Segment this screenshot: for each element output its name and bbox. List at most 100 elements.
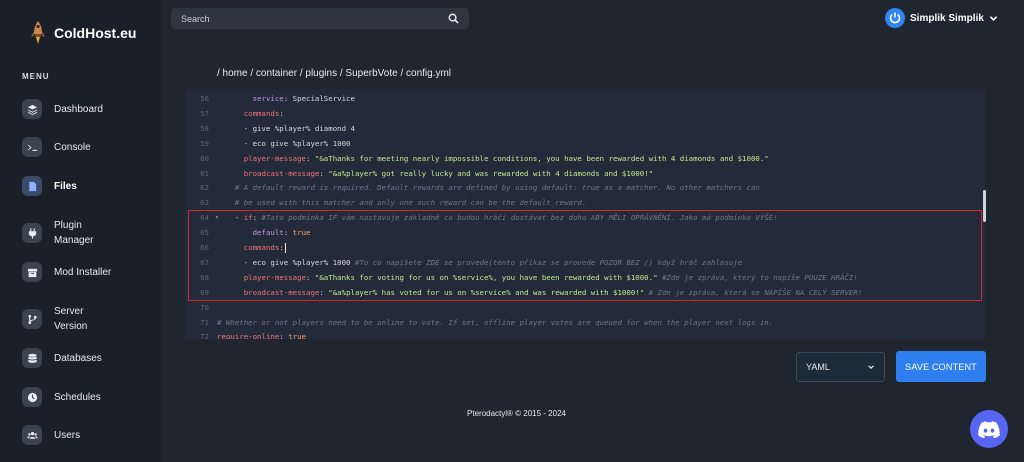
- chevron-down-icon: [868, 365, 874, 370]
- plug-icon: [22, 223, 42, 243]
- sidebar-item-dashboard[interactable]: Dashboard: [0, 92, 161, 126]
- line-number: 59: [200, 138, 209, 148]
- code-token: :: [279, 108, 284, 118]
- line-number: 56: [200, 94, 209, 103]
- sidebar-item-console[interactable]: Console: [0, 130, 161, 164]
- code-token: : SpecialService: [283, 94, 355, 103]
- avatar: [885, 8, 905, 28]
- line-number: 57: [200, 108, 209, 118]
- code-text: player-message: "&aThanks for meeting ne…: [217, 151, 769, 166]
- code-text: broadcast-message: "&a%player% got reall…: [217, 166, 653, 181]
- code-token: true: [288, 332, 307, 339]
- save-content-button[interactable]: SAVE CONTENT: [896, 351, 986, 382]
- sidebar-item-plugin-manager[interactable]: Plugin Manager: [0, 213, 161, 253]
- code-token: require-online: [217, 332, 280, 339]
- search-icon[interactable]: [448, 13, 459, 24]
- user-name: Simplik Simplik: [910, 12, 984, 24]
- terminal-icon: [22, 137, 42, 157]
- language-select-value: YAML: [806, 362, 830, 372]
- highlight-box: [188, 210, 982, 301]
- box-icon: [22, 262, 42, 282]
- sidebar-item-label: Databases: [54, 352, 102, 364]
- editor-scrollbar[interactable]: [983, 190, 986, 222]
- branch-icon: [22, 309, 42, 329]
- line-number: 60: [200, 153, 209, 163]
- sidebar-item-label: Files: [54, 180, 77, 192]
- code-text: commands:: [217, 106, 284, 121]
- sidebar-item-label: Server Version: [54, 306, 88, 332]
- code-line[interactable]: 70: [185, 300, 985, 315]
- code-line[interactable]: 72 require-online: true: [185, 329, 985, 339]
- code-token: # be used with this matcher and only one…: [217, 198, 587, 208]
- search-placeholder: Search: [181, 13, 210, 24]
- code-line[interactable]: 56 service: SpecialService: [185, 91, 985, 106]
- line-number: 62: [200, 183, 209, 193]
- code-text: # Whether or not players need to be onli…: [217, 315, 773, 330]
- sidebar-item-files[interactable]: Files: [0, 169, 161, 203]
- sidebar: ColdHost.eu MENU Dashboard Console Files…: [0, 0, 161, 462]
- copyright: Pterodactyl® © 2015 - 2024: [0, 409, 1024, 418]
- brand-name: ColdHost.eu: [54, 25, 137, 41]
- line-number: 58: [200, 123, 209, 133]
- sidebar-item-server-version[interactable]: Server Version: [0, 299, 161, 339]
- sidebar-item-label: Mod Installer: [54, 266, 112, 278]
- line-number: 63: [200, 198, 209, 208]
- code-text: service: SpecialService: [217, 91, 355, 106]
- code-token: "&a%player% got really lucky and was rew…: [328, 168, 654, 178]
- code-token: :: [306, 153, 315, 163]
- sidebar-item-mod-installer[interactable]: Mod Installer: [0, 255, 161, 289]
- sidebar-item-users[interactable]: Users: [0, 418, 161, 452]
- code-text: - give %player% diamond 4: [217, 121, 355, 136]
- sidebar-item-label: Console: [54, 141, 91, 153]
- code-line[interactable]: 57 commands:: [185, 106, 985, 121]
- code-token: - give %player% diamond 4: [217, 123, 355, 133]
- power-icon: [889, 12, 901, 24]
- code-text: - eco give %player% 1000: [217, 136, 351, 151]
- code-token: - eco give %player% 1000: [217, 138, 351, 148]
- code-line[interactable]: 59 - eco give %player% 1000: [185, 136, 985, 151]
- code-token: player-message: [243, 153, 306, 163]
- sidebar-item-label: Schedules: [54, 391, 101, 403]
- user-menu[interactable]: Simplik Simplik: [885, 8, 998, 28]
- code-line[interactable]: 61 broadcast-message: "&a%player% got re…: [185, 166, 985, 181]
- database-icon: [22, 348, 42, 368]
- code-line[interactable]: 63 # be used with this matcher and only …: [185, 195, 985, 210]
- code-text: require-online: true: [217, 329, 306, 339]
- brand[interactable]: ColdHost.eu: [30, 20, 136, 46]
- code-token: commands: [243, 108, 280, 118]
- code-line[interactable]: 58 - give %player% diamond 4: [185, 121, 985, 136]
- code-token: "&aThanks for meeting nearly impossible …: [314, 153, 769, 163]
- breadcrumb[interactable]: / home / container / plugins / SuperbVot…: [217, 68, 451, 79]
- code-token: # A default reward is required. Default …: [217, 183, 760, 193]
- code-token: broadcast-message: [243, 168, 320, 178]
- sidebar-item-label: Dashboard: [54, 103, 103, 115]
- copyright-text: Pterodactyl® © 2015 - 2024: [467, 409, 566, 418]
- menu-heading: MENU: [22, 72, 50, 81]
- language-select[interactable]: YAML: [796, 352, 885, 382]
- sidebar-item-databases[interactable]: Databases: [0, 341, 161, 375]
- code-token: # Whether or not players need to be onli…: [217, 317, 774, 327]
- sidebar-item-label: Plugin Manager: [54, 220, 94, 246]
- sidebar-item-label: Users: [54, 429, 81, 441]
- chevron-down-icon: [989, 15, 998, 21]
- search-input[interactable]: Search: [171, 8, 469, 29]
- code-text: # A default reward is required. Default …: [217, 180, 760, 195]
- code-token: :: [279, 332, 289, 339]
- line-number: 71: [200, 317, 209, 327]
- code-text: # be used with this matcher and only one…: [217, 195, 587, 210]
- layers-icon: [22, 99, 42, 119]
- users-icon: [22, 425, 42, 445]
- code-line[interactable]: 60 player-message: "&aThanks for meeting…: [185, 151, 985, 166]
- discord-icon: [978, 420, 1000, 438]
- clock-icon: [22, 387, 42, 407]
- discord-button[interactable]: [970, 410, 1008, 448]
- code-token: :: [319, 168, 329, 178]
- code-line[interactable]: 71 # Whether or not players need to be on…: [185, 315, 985, 330]
- line-number: 61: [200, 168, 209, 178]
- code-line[interactable]: 62 # A default reward is required. Defau…: [185, 180, 985, 195]
- line-number: 72: [200, 332, 209, 339]
